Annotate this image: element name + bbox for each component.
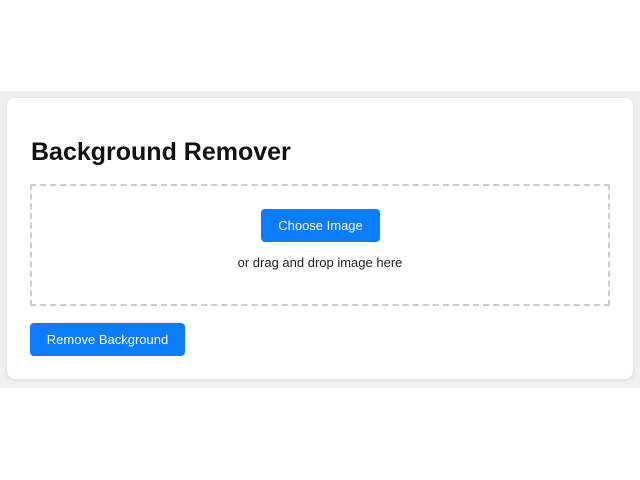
choose-image-button[interactable]: Choose Image: [261, 209, 380, 242]
page-title: Background Remover: [31, 138, 291, 166]
dropzone-hint: or drag and drop image here: [237, 255, 403, 270]
image-dropzone[interactable]: Choose Image or drag and drop image here: [30, 184, 610, 306]
remove-background-button[interactable]: Remove Background: [30, 323, 185, 356]
main-card: Background Remover Choose Image or drag …: [7, 98, 633, 379]
